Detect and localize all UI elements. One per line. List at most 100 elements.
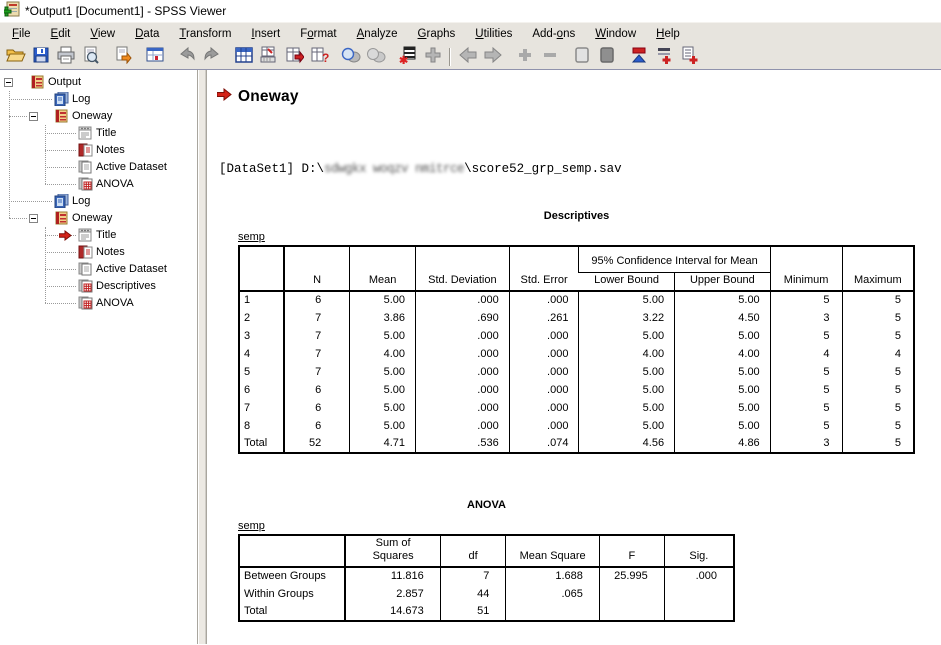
menu-view[interactable]: View xyxy=(80,24,125,44)
output-book-icon xyxy=(54,109,68,126)
demote-outline-icon xyxy=(483,46,503,69)
value-cell: .000 xyxy=(509,291,579,309)
row-label: Within Groups xyxy=(239,585,345,603)
menu-add-ons[interactable]: Add-ons xyxy=(522,24,585,44)
outline-item-oneway[interactable]: Oneway xyxy=(0,210,197,227)
goto-case-button[interactable] xyxy=(256,46,281,69)
outline-item-label: Title xyxy=(96,127,116,139)
dialog-recall-button[interactable] xyxy=(142,46,167,69)
value-cell: 4.50 xyxy=(675,309,771,327)
value-cell: 5 xyxy=(770,381,842,399)
outline-item-title[interactable]: Title xyxy=(0,227,197,244)
goto-selected-icon xyxy=(423,46,443,69)
pane-splitter[interactable] xyxy=(197,70,207,644)
value-cell: .000 xyxy=(509,381,579,399)
menu-format[interactable]: Format xyxy=(290,24,346,44)
run-script-icon: ✱ xyxy=(399,46,417,69)
variables-button[interactable] xyxy=(281,46,306,69)
log-icon xyxy=(54,92,70,109)
redo-icon xyxy=(202,46,222,69)
dataset-icon xyxy=(78,160,92,177)
hide-output-button[interactable] xyxy=(594,46,619,69)
value-cell: .000 xyxy=(664,567,734,585)
insert-title-button[interactable] xyxy=(651,46,676,69)
outline-item-output[interactable]: Output xyxy=(0,74,197,91)
menu-window[interactable]: Window xyxy=(585,24,646,44)
print-preview-button[interactable] xyxy=(78,46,103,69)
outline-item-log[interactable]: Log xyxy=(0,91,197,108)
descriptives-row-6: 665.00.000.0005.005.0055 xyxy=(239,381,914,399)
outline-item-anova[interactable]: ANOVA xyxy=(0,295,197,312)
outline-item-descriptives[interactable]: Descriptives xyxy=(0,278,197,295)
column-header: Sig. xyxy=(664,535,734,567)
expander-minus-icon[interactable] xyxy=(29,112,38,121)
value-cell: 5.00 xyxy=(579,399,675,417)
run-script-button[interactable]: ✱ xyxy=(395,46,420,69)
outline-item-active-dataset[interactable]: Active Dataset xyxy=(0,159,197,176)
expand-outline-button[interactable] xyxy=(512,46,537,69)
value-cell xyxy=(664,603,734,621)
outline-item-log[interactable]: Log xyxy=(0,193,197,210)
undo-button[interactable] xyxy=(174,46,199,69)
value-cell: 5 xyxy=(842,363,914,381)
descriptives-table[interactable]: NMeanStd. DeviationStd. Error95% Confide… xyxy=(238,245,915,454)
open-button[interactable] xyxy=(3,46,28,69)
outline-item-anova[interactable]: ANOVA xyxy=(0,176,197,193)
column-header: Minimum xyxy=(770,246,842,291)
value-cell: 5.00 xyxy=(579,363,675,381)
demote-outline-button[interactable] xyxy=(480,46,505,69)
outline-item-notes[interactable]: Notes xyxy=(0,244,197,261)
value-cell: 3 xyxy=(770,309,842,327)
dialog-recall-icon xyxy=(145,46,165,69)
print-icon xyxy=(56,46,76,69)
outline-item-active-dataset[interactable]: Active Dataset xyxy=(0,261,197,278)
column-header: Mean xyxy=(350,246,416,291)
value-cell: .065 xyxy=(506,585,600,603)
menu-insert[interactable]: Insert xyxy=(241,24,290,44)
value-cell: 5 xyxy=(770,363,842,381)
toolbar-gap xyxy=(224,57,231,58)
print-button[interactable] xyxy=(53,46,78,69)
outline-item-notes[interactable]: Notes xyxy=(0,142,197,159)
column-header xyxy=(239,246,284,291)
save-button[interactable] xyxy=(28,46,53,69)
menu-help[interactable]: Help xyxy=(646,24,690,44)
promote-outline-button[interactable] xyxy=(455,46,480,69)
anova-table[interactable]: Sum of SquaresdfMean SquareFSig.Between … xyxy=(238,534,735,622)
value-cell: 5.00 xyxy=(579,291,675,309)
value-cell: 5.00 xyxy=(675,327,771,345)
value-cell: 5 xyxy=(842,435,914,453)
select-last-output-button[interactable] xyxy=(338,46,363,69)
menu-graphs[interactable]: Graphs xyxy=(408,24,466,44)
value-cell: 5 xyxy=(842,291,914,309)
descriptives-row-5: 575.00.000.0005.005.0055 xyxy=(239,363,914,381)
outline-item-oneway[interactable]: Oneway xyxy=(0,108,197,125)
show-output-button[interactable] xyxy=(569,46,594,69)
redo-button[interactable] xyxy=(199,46,224,69)
designate-window-button[interactable] xyxy=(363,46,388,69)
use-variable-sets-button[interactable]: ? xyxy=(306,46,331,69)
menu-edit[interactable]: Edit xyxy=(41,24,81,44)
menu-file[interactable]: File xyxy=(2,24,41,44)
insert-heading-button[interactable] xyxy=(626,46,651,69)
expander-minus-icon[interactable] xyxy=(4,78,13,87)
menu-utilities[interactable]: Utilities xyxy=(465,24,522,44)
promote-outline-icon xyxy=(458,46,478,69)
menu-transform[interactable]: Transform xyxy=(169,24,241,44)
goto-data-button[interactable] xyxy=(231,46,256,69)
outline-item-title[interactable]: Title xyxy=(0,125,197,142)
dataset-path-suffix: \score52_grp_semp.sav xyxy=(464,162,622,176)
insert-text-button[interactable] xyxy=(676,46,701,69)
value-cell: .000 xyxy=(416,327,510,345)
menu-data[interactable]: Data xyxy=(125,24,169,44)
column-header: 95% Confidence Interval for Mean xyxy=(579,246,770,272)
expander-minus-icon[interactable] xyxy=(29,214,38,223)
menu-analyze[interactable]: Analyze xyxy=(347,24,408,44)
value-cell: .000 xyxy=(416,345,510,363)
export-button[interactable] xyxy=(110,46,135,69)
select-last-output-icon xyxy=(341,46,361,69)
value-cell: 6 xyxy=(284,417,350,435)
collapse-outline-button[interactable] xyxy=(537,46,562,69)
goto-selected-button[interactable] xyxy=(420,46,445,69)
value-cell: 5.00 xyxy=(579,417,675,435)
